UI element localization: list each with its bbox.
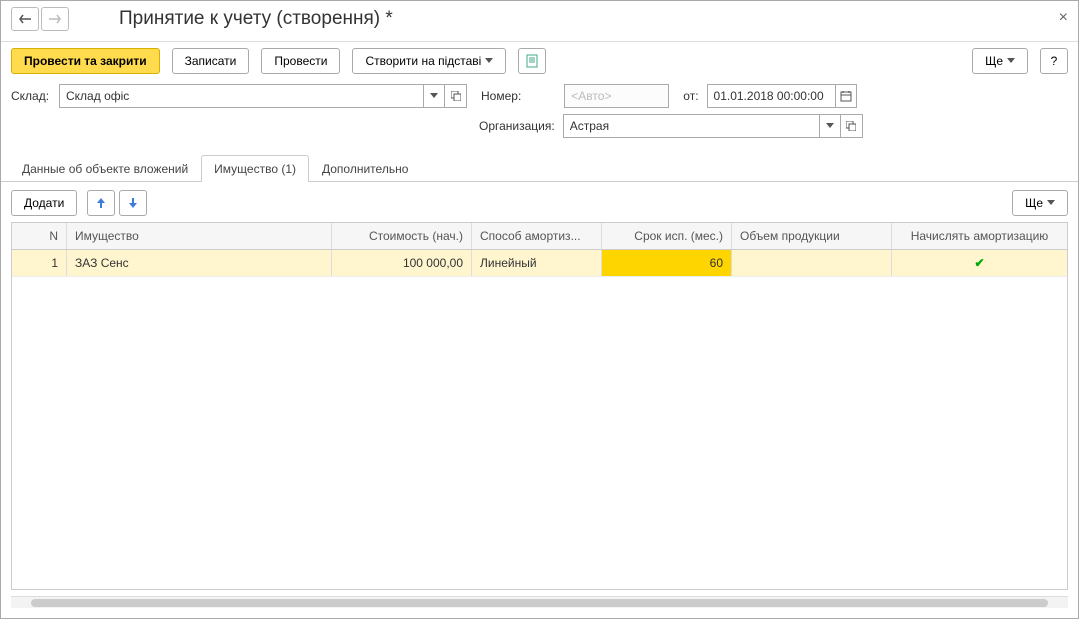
tab-content: Додати Ще N Имущество Стоимость (нач.) С [1, 182, 1078, 618]
arrow-right-icon [49, 14, 61, 24]
cell-volume[interactable] [732, 250, 892, 276]
chevron-down-icon [1047, 200, 1055, 206]
move-up-button[interactable] [87, 190, 115, 216]
col-amort[interactable]: Начислять амортизацию [892, 223, 1067, 249]
more-button[interactable]: Ще [972, 48, 1028, 74]
post-and-close-button[interactable]: Провести та закрити [11, 48, 160, 74]
property-grid: N Имущество Стоимость (нач.) Способ амор… [11, 222, 1068, 590]
app-window: × Принятие к учету (створення) * Провест… [0, 0, 1079, 619]
org-label: Организация: [479, 119, 555, 133]
calendar-icon[interactable] [835, 84, 857, 108]
create-based-on-button[interactable]: Створити на підставі [352, 48, 506, 74]
date-input[interactable]: 01.01.2018 00:00:00 [707, 84, 835, 108]
forward-button[interactable] [41, 7, 69, 31]
main-toolbar: Провести та закрити Записати Провести Ст… [1, 42, 1078, 80]
cell-name[interactable]: ЗАЗ Сенс [67, 250, 332, 276]
move-down-button[interactable] [119, 190, 147, 216]
tab-object-data[interactable]: Данные об объекте вложений [9, 155, 201, 182]
dropdown-icon[interactable] [423, 84, 445, 108]
org-input[interactable]: Астрая [563, 114, 819, 138]
help-button[interactable]: ? [1040, 48, 1068, 74]
add-button[interactable]: Додати [11, 190, 77, 216]
create-based-on-label: Створити на підставі [365, 54, 481, 68]
number-label: Номер: [481, 89, 521, 103]
open-icon[interactable] [445, 84, 467, 108]
arrow-left-icon [19, 14, 31, 24]
more-label: Ще [985, 54, 1003, 68]
chevron-down-icon [1007, 58, 1015, 64]
cell-n[interactable]: 1 [12, 250, 67, 276]
document-icon [525, 54, 539, 68]
page-title: Принятие к учету (створення) * [119, 8, 393, 30]
titlebar: Принятие к учету (створення) * [1, 1, 1078, 42]
table-row[interactable]: 1 ЗАЗ Сенс 100 000,00 Линейный 60 ✔ [12, 250, 1067, 277]
arrow-up-icon [96, 198, 106, 208]
horizontal-scrollbar[interactable] [11, 596, 1068, 608]
col-volume[interactable]: Объем продукции [732, 223, 892, 249]
tabs: Данные об объекте вложений Имущество (1)… [1, 154, 1078, 182]
warehouse-input[interactable]: Склад офіс [59, 84, 423, 108]
tab-property[interactable]: Имущество (1) [201, 155, 309, 182]
grid-header: N Имущество Стоимость (нач.) Способ амор… [12, 223, 1067, 250]
warehouse-label: Склад: [11, 89, 51, 103]
dropdown-icon[interactable] [819, 114, 841, 138]
col-method[interactable]: Способ амортиз... [472, 223, 602, 249]
post-button[interactable]: Провести [261, 48, 340, 74]
arrow-down-icon [128, 198, 138, 208]
back-button[interactable] [11, 7, 39, 31]
cell-cost[interactable]: 100 000,00 [332, 250, 472, 276]
scrollbar-thumb[interactable] [31, 599, 1048, 607]
cell-amort[interactable]: ✔ [892, 250, 1067, 276]
col-term[interactable]: Срок исп. (мес.) [602, 223, 732, 249]
cell-method[interactable]: Линейный [472, 250, 602, 276]
form-area: Склад: Склад офіс Номер: <Авто> от: 01.0… [1, 80, 1078, 154]
check-icon: ✔ [974, 256, 984, 270]
date-label: от: [683, 89, 698, 103]
tab-more-label: Ще [1025, 196, 1043, 210]
col-n[interactable]: N [12, 223, 67, 249]
col-name[interactable]: Имущество [67, 223, 332, 249]
open-icon[interactable] [841, 114, 863, 138]
grid-body[interactable]: 1 ЗАЗ Сенс 100 000,00 Линейный 60 ✔ [12, 250, 1067, 589]
save-button[interactable]: Записати [172, 48, 250, 74]
document-button[interactable] [518, 48, 546, 74]
cell-term[interactable]: 60 [602, 250, 732, 276]
tab-more-button[interactable]: Ще [1012, 190, 1068, 216]
number-input[interactable]: <Авто> [564, 84, 669, 108]
col-cost[interactable]: Стоимость (нач.) [332, 223, 472, 249]
tab-additional[interactable]: Дополнительно [309, 155, 421, 182]
close-icon[interactable]: × [1059, 9, 1068, 27]
chevron-down-icon [485, 58, 493, 64]
